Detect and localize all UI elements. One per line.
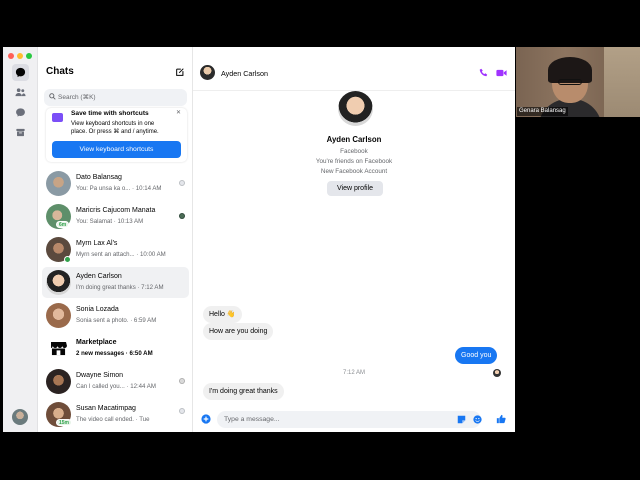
incoming-message: How are you doing — [203, 323, 274, 340]
video-shelf — [604, 47, 640, 117]
active-time-badge: 6m — [56, 221, 70, 228]
conversation-name: Ayden Carlson — [76, 273, 122, 280]
conversation-preview: Can I called you... · 12:44 AM — [76, 383, 156, 390]
conversation-preview: Sonia sent a photo. · 6:59 AM — [76, 317, 157, 324]
search-box[interactable] — [44, 89, 187, 106]
contact-name[interactable]: Ayden Carlson — [221, 69, 268, 78]
contact-avatar[interactable] — [200, 65, 215, 80]
view-keyboard-shortcuts-button[interactable]: View keyboard shortcuts — [52, 141, 181, 158]
search-input[interactable] — [58, 91, 184, 104]
chat-bubble-icon — [15, 67, 26, 78]
app-rail — [3, 47, 38, 432]
muted-icon — [179, 378, 185, 384]
people-rail-button[interactable] — [12, 84, 29, 101]
keyboard-icon — [52, 113, 63, 122]
profile-account-note: New Facebook Account — [320, 168, 388, 175]
conversation-preview: I'm doing great thanks · 7:12 AM — [76, 284, 164, 291]
conversation-preview: You: Pa unsa ka o... · 10:14 AM — [76, 185, 162, 192]
video-call-icon[interactable] — [496, 69, 507, 77]
screen: Chats Save time with shortcuts View keyb… — [0, 0, 640, 480]
message-composer — [193, 408, 515, 432]
sticker-icon[interactable] — [457, 415, 466, 424]
delivered-status-icon — [179, 408, 185, 414]
conversation-preview: Myrn sent an attach... · 10:00 AM — [76, 251, 166, 258]
conversation-name: Sonia Lozada — [76, 306, 119, 313]
avatar — [46, 336, 71, 361]
conversation-row[interactable]: Myrn Lax Al's Myrn sent an attach... · 1… — [42, 234, 189, 265]
chat-list-panel: Chats Save time with shortcuts View keyb… — [38, 47, 193, 432]
profile-name: Ayden Carlson — [326, 135, 382, 144]
conversation-preview: You: Salamat · 10:13 AM — [76, 218, 144, 225]
chats-rail-button[interactable] — [12, 64, 29, 81]
people-icon — [15, 88, 26, 97]
conversation-preview: 2 new messages · 6:50 AM — [76, 350, 153, 357]
thumbs-up-icon[interactable] — [496, 414, 506, 424]
conversation-pane: Ayden Carlson Ayden Carlson Facebook You… — [193, 47, 515, 432]
messenger-window: Chats Save time with shortcuts View keyb… — [3, 47, 515, 432]
conversation-row[interactable]: Dwayne Simon Can I called you... · 12:44… — [42, 366, 189, 397]
conversation-name: Maricris Cajucom Manata — [76, 207, 156, 214]
shortcuts-promo-card: Save time with shortcuts View keyboard s… — [46, 108, 187, 162]
message-input[interactable] — [217, 411, 481, 428]
avatar — [46, 270, 71, 295]
conversation-name: Myrn Lax Al's — [76, 240, 118, 247]
plus-icon[interactable] — [201, 414, 211, 424]
incoming-message: I'm doing great thanks — [203, 383, 284, 400]
zoom-window-button[interactable] — [26, 53, 32, 59]
profile-friend-status: You're friends on Facebook — [315, 158, 393, 165]
promo-close-icon[interactable]: ✕ — [176, 109, 181, 116]
compose-icon[interactable] — [175, 67, 185, 77]
promo-description: View keyboard shortcuts in one place. Or… — [71, 121, 159, 135]
conversation-header: Ayden Carlson — [193, 47, 515, 91]
time-separator: 7:12 AM — [342, 370, 365, 376]
conversation-name: Dato Balansag — [76, 174, 122, 181]
conversation-name: Dwayne Simon — [76, 372, 124, 379]
emoji-icon[interactable] — [473, 415, 482, 424]
avatar — [46, 171, 71, 196]
current-user-avatar[interactable] — [12, 409, 28, 425]
active-time-badge: 15m — [56, 419, 73, 426]
incoming-message: Hello 👋 — [203, 306, 242, 323]
conversation-row[interactable]: Marketplace 2 new messages · 6:50 AM — [42, 333, 189, 364]
profile-network: Facebook — [340, 148, 368, 155]
close-window-button[interactable] — [8, 53, 14, 59]
search-icon — [49, 93, 56, 100]
view-profile-button[interactable]: View profile — [327, 181, 383, 196]
conversation-row[interactable]: Sonia Lozada Sonia sent a photo. · 6:59 … — [42, 300, 189, 331]
conversation-row[interactable]: 15m Susan Macatimpag The video call ende… — [42, 399, 189, 430]
chats-title: Chats — [46, 66, 74, 77]
participant-name-label: Genara Balansag — [517, 107, 568, 116]
archive-icon — [16, 128, 25, 137]
conversation-name: Marketplace — [76, 339, 117, 346]
conversation-row[interactable]: Ayden Carlson I'm doing great thanks · 7… — [42, 267, 189, 298]
conversation-row[interactable]: 6m Maricris Cajucom Manata You: Salamat … — [42, 201, 189, 232]
video-call-tile: Genara Balansag — [516, 47, 640, 117]
avatar — [46, 369, 71, 394]
conversation-name: Susan Macatimpag — [76, 405, 136, 412]
seen-indicator-avatar — [493, 369, 501, 377]
participant-glasses — [558, 79, 582, 85]
conversation-row[interactable]: Dato Balansag You: Pa unsa ka o... · 10:… — [42, 168, 189, 199]
promo-title: Save time with shortcuts — [71, 110, 149, 117]
avatar — [46, 303, 71, 328]
message-requests-icon — [16, 108, 25, 117]
profile-avatar — [338, 91, 373, 126]
outgoing-message: Good you — [455, 347, 498, 364]
delivered-status-icon — [179, 180, 185, 186]
marketplace-shop-icon — [51, 341, 67, 356]
minimize-window-button[interactable] — [17, 53, 23, 59]
archive-rail-button[interactable] — [12, 124, 29, 141]
conversation-preview: The video call ended. · Tue — [76, 416, 150, 423]
message-requests-rail-button[interactable] — [12, 104, 29, 121]
seen-avatar-icon — [179, 213, 185, 219]
audio-call-icon[interactable] — [479, 68, 488, 77]
online-indicator — [64, 256, 71, 263]
